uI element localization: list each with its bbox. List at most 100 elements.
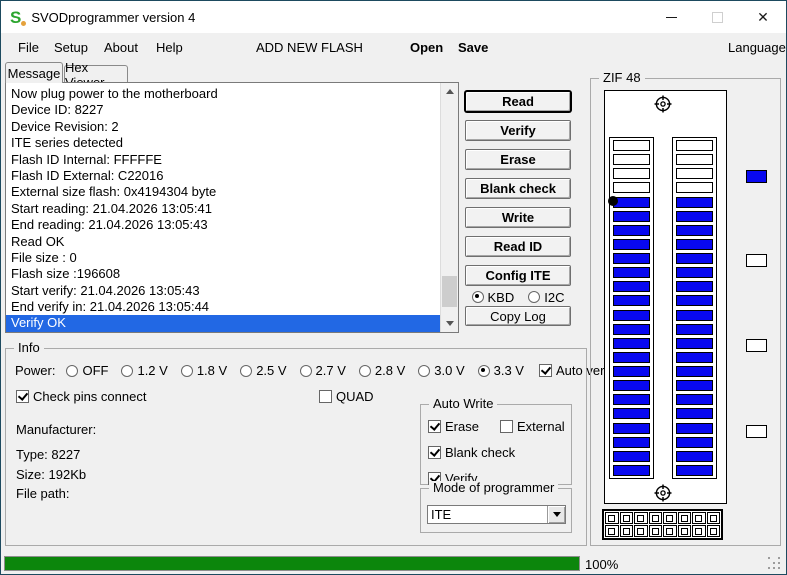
- combo-dropdown-button[interactable]: [547, 506, 565, 523]
- log-line[interactable]: Start reading: 21.04.2026 13:05:41: [6, 201, 441, 217]
- power-option-2.8-v[interactable]: 2.8 V: [358, 363, 405, 378]
- config-ite-button[interactable]: Config ITE: [465, 265, 571, 286]
- mode-combobox[interactable]: ITE: [427, 505, 566, 524]
- maximize-button[interactable]: [694, 1, 740, 33]
- radio-icon: [477, 364, 490, 377]
- pin-slot: [676, 450, 713, 462]
- pin-slot: [613, 238, 650, 250]
- log-line[interactable]: Device ID: 8227: [6, 102, 441, 118]
- menu-open[interactable]: Open: [410, 40, 443, 55]
- copy-log-button[interactable]: Copy Log: [465, 306, 571, 326]
- log-line[interactable]: Now plug power to the motherboard: [6, 86, 441, 102]
- pin-slot: [613, 422, 650, 434]
- power-option-label: 3.0 V: [434, 363, 465, 378]
- log-scrollbar[interactable]: [440, 83, 458, 332]
- power-option-3.3-v[interactable]: 3.3 V: [477, 363, 524, 378]
- radio-icon: [299, 364, 312, 377]
- log-line[interactable]: Flash ID External: C22016: [6, 168, 441, 184]
- log-line[interactable]: End reading: 21.04.2026 13:05:43: [6, 217, 441, 233]
- power-option-1.8-v[interactable]: 1.8 V: [180, 363, 227, 378]
- verify-button[interactable]: Verify: [465, 120, 571, 141]
- tab-message[interactable]: Message: [5, 62, 63, 83]
- pin-slot: [676, 281, 713, 293]
- auto-write-group-title: Auto Write: [429, 397, 498, 411]
- log-line[interactable]: Start verify: 21.04.2026 13:05:43: [6, 283, 441, 299]
- log-line[interactable]: Verify OK: [6, 315, 441, 332]
- manufacturer-label: Manufacturer:: [16, 422, 97, 437]
- log-line[interactable]: Flash ID Internal: FFFFFE: [6, 152, 441, 168]
- close-icon: ✕: [757, 9, 769, 25]
- pin-slot: [613, 295, 650, 307]
- type-value: 8227: [51, 447, 81, 462]
- aw-external-checkbox[interactable]: External: [500, 419, 565, 434]
- progress-percent-label: 100%: [585, 557, 619, 572]
- pin-slot: [613, 182, 650, 194]
- pin-slot: [613, 380, 650, 392]
- tab-hex-viewer[interactable]: Hex Viewer: [64, 60, 128, 90]
- write-button[interactable]: Write: [465, 207, 571, 228]
- pin-slot: [613, 366, 650, 377]
- menu-help[interactable]: Help: [156, 40, 183, 55]
- minimize-button[interactable]: [648, 1, 694, 33]
- pin-slot: [676, 168, 713, 180]
- connector-cell: [619, 512, 633, 524]
- mode-groupbox: Mode of programmer ITE: [420, 481, 572, 533]
- pin-slot: [613, 253, 650, 264]
- connector-cell: [605, 525, 619, 537]
- message-log: Now plug power to the motherboard Device …: [5, 82, 459, 333]
- resize-grip-icon[interactable]: [768, 557, 781, 570]
- pin1-marker: [608, 196, 618, 206]
- pin-slot: [613, 351, 650, 363]
- menu-setup[interactable]: Setup: [54, 40, 88, 55]
- quad-checkbox[interactable]: QUAD: [319, 389, 374, 404]
- radio-kbd[interactable]: KBD: [471, 290, 514, 305]
- zif-indicator-white: [746, 254, 767, 267]
- scroll-down-button[interactable]: [441, 315, 458, 332]
- power-option-2.7-v[interactable]: 2.7 V: [299, 363, 346, 378]
- connector-cell: [634, 512, 648, 524]
- zif-socket: [604, 90, 727, 504]
- read-id-button[interactable]: Read ID: [465, 236, 571, 257]
- zif-connector-grid: [602, 509, 723, 540]
- log-line[interactable]: Flash size :196608: [6, 266, 441, 282]
- power-row: Power: OFF 1.2 V 1.8 V 2.5 V 2.7 V 2.8 V 3.0 V…: [15, 363, 617, 378]
- power-option-2.5-v[interactable]: 2.5 V: [240, 363, 287, 378]
- menu-language[interactable]: Language: [728, 40, 786, 55]
- zif-indicator-blue: [746, 170, 767, 183]
- log-line[interactable]: External size flash: 0x4194304 byte: [6, 184, 441, 200]
- connector-cell: [605, 512, 619, 524]
- erase-button[interactable]: Erase: [465, 149, 571, 170]
- menu-about[interactable]: About: [104, 40, 138, 55]
- aw-blank-check-checkbox[interactable]: Blank check: [428, 445, 515, 460]
- connector-cell: [677, 525, 691, 537]
- pin-slot: [676, 196, 713, 208]
- scroll-thumb[interactable]: [442, 276, 457, 307]
- pin-slot: [613, 436, 650, 448]
- read-button[interactable]: Read: [465, 91, 571, 112]
- mode-combobox-value: ITE: [431, 507, 452, 522]
- scroll-down-icon: [445, 321, 454, 326]
- menu-add-new-flash[interactable]: ADD NEW FLASH: [256, 40, 363, 55]
- connector-cell: [619, 525, 633, 537]
- menu-file[interactable]: File: [18, 40, 39, 55]
- zif-group-title: ZIF 48: [599, 71, 645, 85]
- check-pins-label: Check pins connect: [33, 389, 147, 404]
- power-option-label: OFF: [82, 363, 109, 378]
- log-line[interactable]: ITE series detected: [6, 135, 441, 151]
- pin-slot: [613, 196, 650, 208]
- close-button[interactable]: ✕: [740, 1, 786, 33]
- power-option-off[interactable]: OFF: [66, 363, 108, 378]
- power-option-3.0-v[interactable]: 3.0 V: [418, 363, 465, 378]
- log-line[interactable]: End verify in: 21.04.2026 13:05:44: [6, 299, 441, 315]
- pin-slot: [676, 351, 713, 363]
- blank-check-button[interactable]: Blank check: [465, 178, 571, 199]
- check-pins-checkbox[interactable]: Check pins connect: [16, 389, 146, 404]
- log-line[interactable]: Device Revision: 2: [6, 119, 441, 135]
- aw-erase-checkbox[interactable]: Erase: [428, 419, 479, 434]
- menu-save[interactable]: Save: [458, 40, 488, 55]
- log-line[interactable]: File size : 0: [6, 250, 441, 266]
- power-option-1.2-v[interactable]: 1.2 V: [121, 363, 168, 378]
- log-line[interactable]: Read OK: [6, 234, 441, 250]
- scroll-up-button[interactable]: [441, 83, 458, 100]
- radio-i2c[interactable]: I2C: [528, 290, 564, 305]
